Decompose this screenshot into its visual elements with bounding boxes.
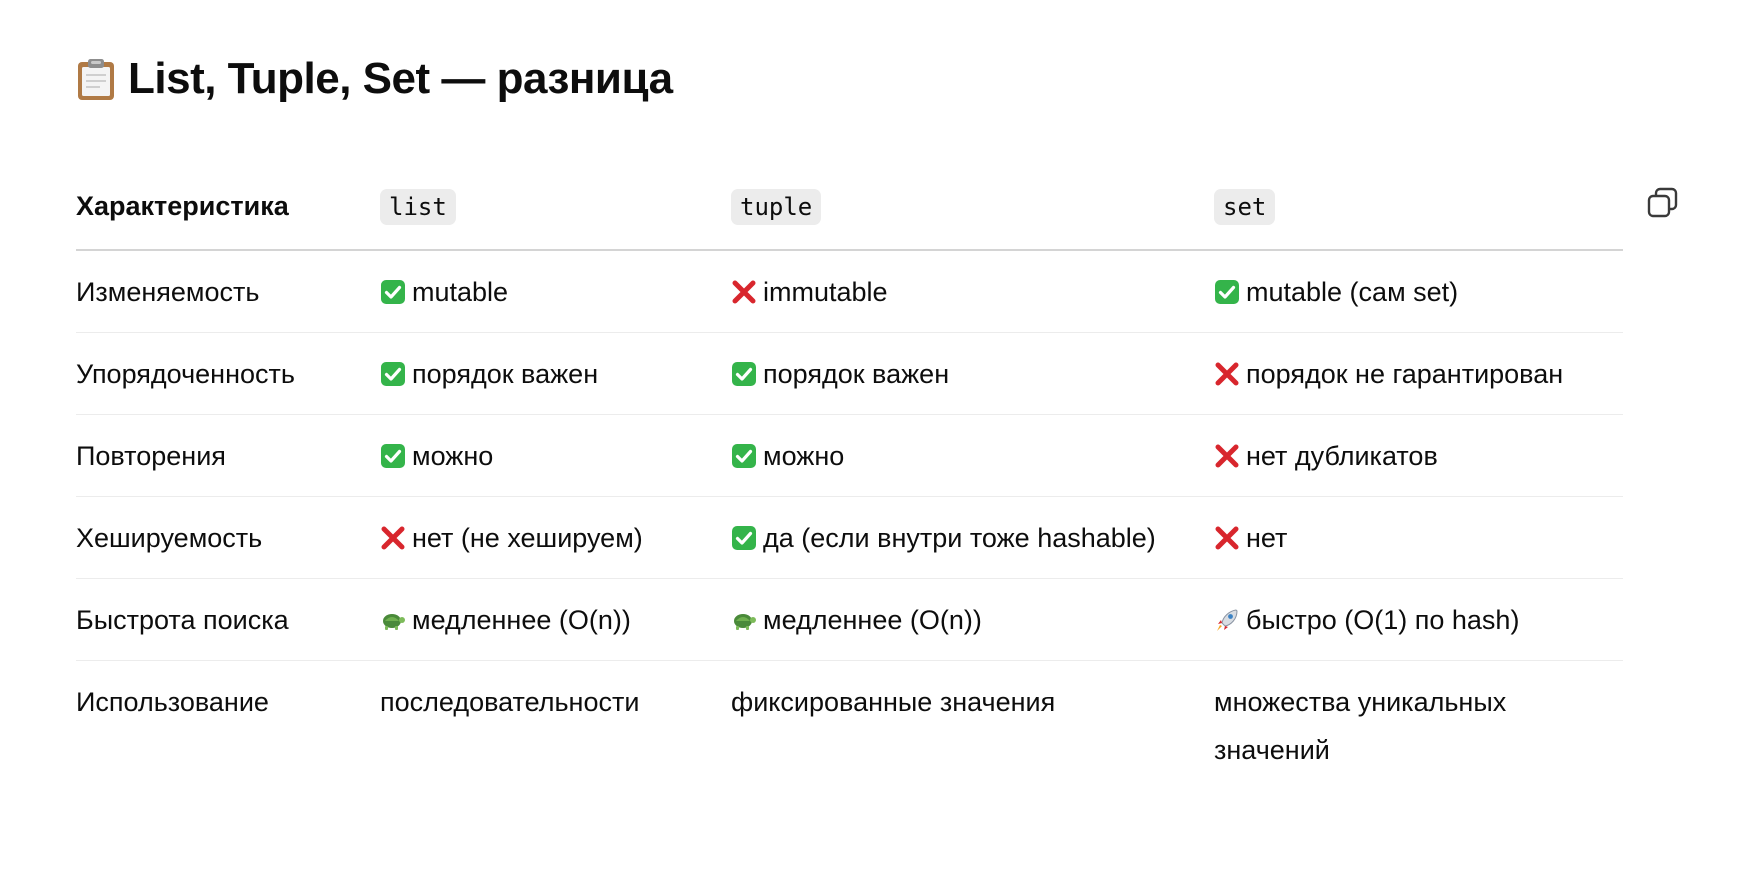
cell-tuple: immutable bbox=[731, 250, 1214, 333]
cell-text: порядок важен bbox=[763, 359, 950, 389]
copy-table-button[interactable] bbox=[1646, 186, 1680, 220]
cell-list: порядок важен bbox=[380, 332, 731, 415]
table-row: Изменяемость mutable immutable mutable (сам… bbox=[76, 250, 1623, 333]
row-label: Изменяемость bbox=[76, 250, 380, 333]
cell-text: можно bbox=[412, 441, 494, 471]
cell-text: медленнее (O(n)) bbox=[763, 605, 982, 635]
cell-tuple: порядок важен bbox=[731, 332, 1214, 415]
header-set: set bbox=[1214, 182, 1623, 251]
cell-list: mutable bbox=[380, 250, 731, 333]
inline-code: list bbox=[380, 189, 456, 225]
check-icon bbox=[731, 436, 757, 468]
table-row: Хешируемость нет (не хешируем) да (если вн… bbox=[76, 496, 1623, 579]
inline-code: set bbox=[1214, 189, 1276, 225]
cell-text: можно bbox=[763, 441, 845, 471]
table-header: Характеристика list tuple set bbox=[76, 182, 1623, 251]
cell-text: нет bbox=[1246, 523, 1288, 553]
cell-list: нет (не хешируем) bbox=[380, 496, 731, 579]
cell-text: быстро (O(1) по hash) bbox=[1246, 605, 1520, 635]
cell-set: mutable (сам set) bbox=[1214, 250, 1623, 333]
row-label: Быстрота поиска bbox=[76, 578, 380, 661]
check-icon bbox=[380, 436, 406, 468]
cell-text: последовательности bbox=[380, 687, 640, 717]
cell-set: нет bbox=[1214, 496, 1623, 579]
cross-icon bbox=[1214, 354, 1240, 386]
cross-icon bbox=[1214, 518, 1240, 550]
cell-set: быстро (O(1) по hash) bbox=[1214, 578, 1623, 661]
cell-text: mutable bbox=[412, 277, 509, 307]
table-row: Упорядоченность порядок важен порядок важе… bbox=[76, 332, 1623, 415]
cell-list: можно bbox=[380, 414, 731, 497]
cell-set: порядок не гарантирован bbox=[1214, 332, 1623, 415]
check-icon bbox=[380, 272, 406, 304]
table-body: Изменяемость mutable immutable mutable (сам… bbox=[76, 250, 1623, 790]
row-label: Повторения bbox=[76, 414, 380, 497]
check-icon bbox=[1214, 272, 1240, 304]
cell-text: медленнее (O(n)) bbox=[412, 605, 631, 635]
cell-text: mutable (сам set) bbox=[1246, 277, 1459, 307]
row-label: Хешируемость bbox=[76, 496, 380, 579]
table-row: Быстрота поиска медленнее (O(n)) медленнее… bbox=[76, 578, 1623, 661]
header-list: list bbox=[380, 182, 731, 251]
clipboard-icon bbox=[76, 57, 116, 101]
cross-icon bbox=[1214, 436, 1240, 468]
cell-text: immutable bbox=[763, 277, 888, 307]
cell-tuple: да (если внутри тоже hashable) bbox=[731, 496, 1214, 579]
rocket-icon bbox=[1214, 600, 1240, 631]
cell-tuple: медленнее (O(n)) bbox=[731, 578, 1214, 661]
page-heading: List, Tuple, Set — разница bbox=[76, 54, 673, 104]
table-header-row: Характеристика list tuple set bbox=[76, 182, 1623, 251]
cell-text: нет (не хешируем) bbox=[412, 523, 643, 553]
check-icon bbox=[731, 518, 757, 550]
cell-set: нет дубликатов bbox=[1214, 414, 1623, 497]
table-row: Использование последовательности фиксирова… bbox=[76, 661, 1623, 791]
turtle-icon bbox=[380, 600, 406, 630]
turtle-icon bbox=[731, 600, 757, 630]
header-characteristic: Характеристика bbox=[76, 182, 380, 251]
cell-text: порядок важен bbox=[412, 359, 599, 389]
cell-text: нет дубликатов bbox=[1246, 441, 1438, 471]
check-icon bbox=[380, 354, 406, 386]
header-tuple: tuple bbox=[731, 182, 1214, 251]
cell-list: медленнее (O(n)) bbox=[380, 578, 731, 661]
page-title: List, Tuple, Set — разница bbox=[128, 54, 673, 103]
cell-tuple: фиксированные значения bbox=[731, 661, 1214, 791]
cell-list: последовательности bbox=[380, 661, 731, 791]
cross-icon bbox=[380, 518, 406, 550]
cell-set: множества уникальных значений bbox=[1214, 661, 1623, 791]
cross-icon bbox=[731, 272, 757, 304]
comparison-table-container: Характеристика list tuple set Изменяемос… bbox=[76, 182, 1623, 790]
row-label: Упорядоченность bbox=[76, 332, 380, 415]
copy-icon bbox=[1647, 187, 1678, 218]
cell-text: порядок не гарантирован bbox=[1246, 359, 1564, 389]
cell-text: да (если внутри тоже hashable) bbox=[763, 523, 1156, 553]
comparison-table: Характеристика list tuple set Изменяемос… bbox=[76, 182, 1623, 790]
row-label: Использование bbox=[76, 687, 269, 717]
cell-tuple: можно bbox=[731, 414, 1214, 497]
table-row: Повторения можно можно нет дубликатов bbox=[76, 414, 1623, 497]
cell-text: фиксированные значения bbox=[731, 687, 1056, 717]
cell-text: множества уникальных значений bbox=[1214, 687, 1507, 765]
inline-code: tuple bbox=[731, 189, 822, 225]
check-icon bbox=[731, 354, 757, 386]
